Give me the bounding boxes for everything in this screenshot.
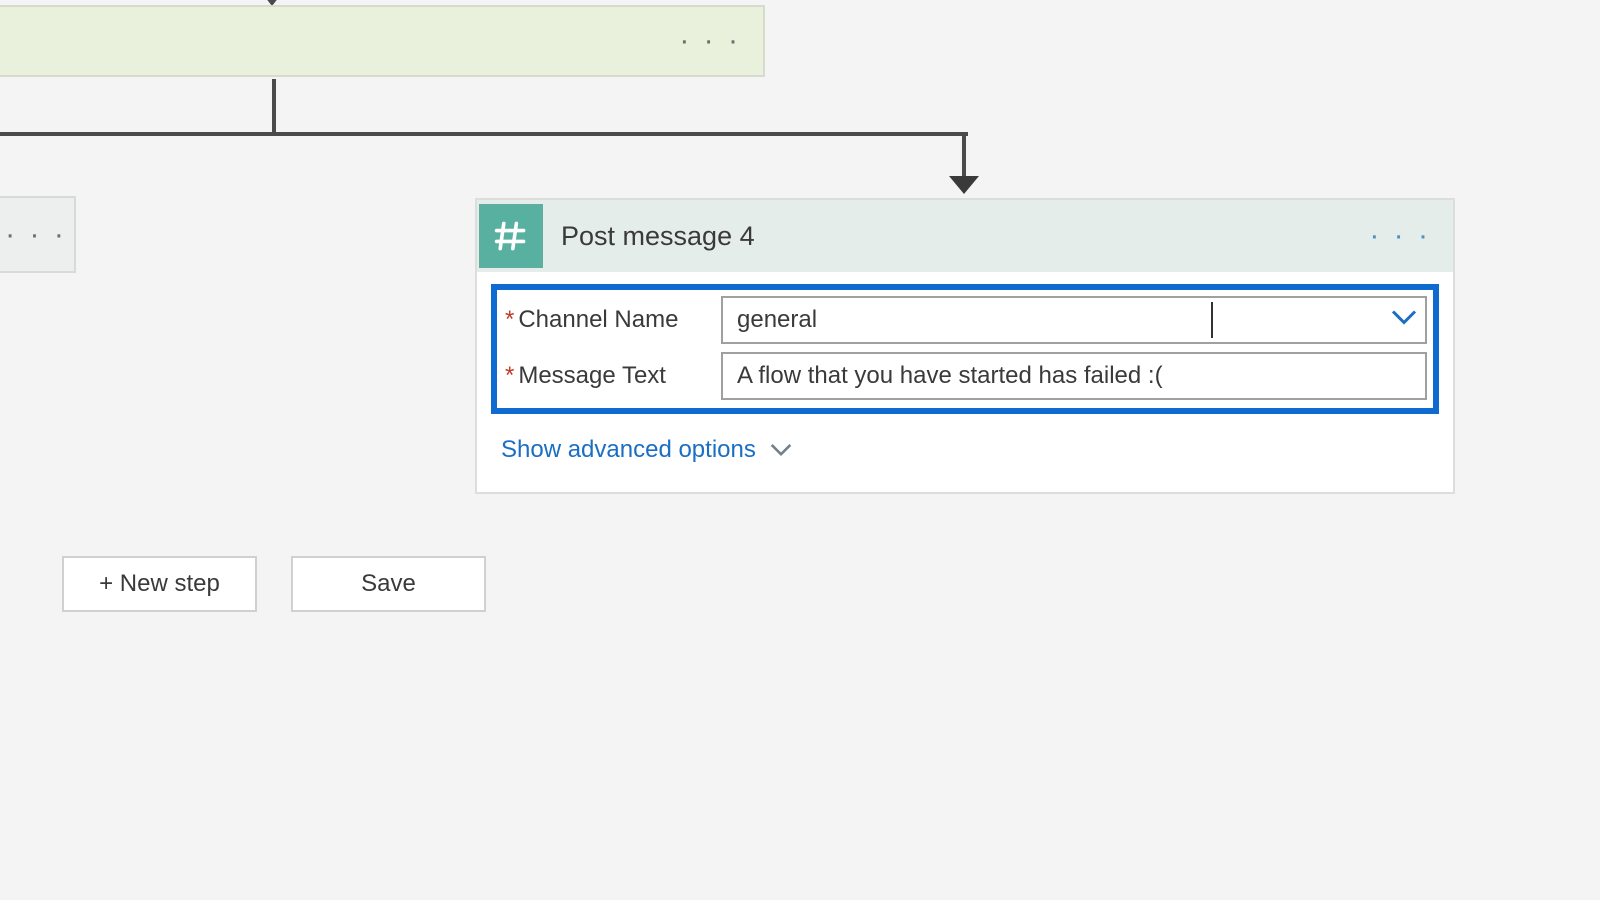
arrow-down-icon [949,176,979,194]
field-label: *Message Text [503,362,713,390]
chevron-down-icon [770,443,792,457]
more-icon[interactable]: · · · [1369,219,1431,253]
action-card-body: *Channel Name *Message Text [477,272,1453,492]
action-card-title: Post message 4 [561,221,755,252]
field-label-text: Message Text [518,362,666,389]
show-advanced-label: Show advanced options [501,436,756,464]
field-label-text: Channel Name [518,306,678,333]
show-advanced-options[interactable]: Show advanced options [491,414,1439,486]
more-icon[interactable]: · · · [679,24,741,58]
field-label: *Channel Name [503,306,713,334]
required-asterisk: * [505,362,514,389]
action-card-header[interactable]: Post message 4 · · · [477,200,1453,272]
channel-input-wrap [721,296,1427,344]
message-input-wrap [721,352,1427,400]
action-card-post-message: Post message 4 · · · *Channel Name [475,198,1455,494]
slack-hash-icon [479,204,543,268]
new-step-button[interactable]: + New step [62,556,257,612]
previous-step-card[interactable]: · · · [0,5,765,77]
connector-line [272,79,276,135]
save-button[interactable]: Save [291,556,486,612]
field-row-channel: *Channel Name [503,296,1427,344]
more-icon[interactable]: · · · [5,218,67,252]
channel-name-input[interactable] [721,296,1427,344]
connector-line [0,132,968,136]
sibling-step-card[interactable]: · · · [0,196,76,273]
message-text-input[interactable] [721,352,1427,400]
required-asterisk: * [505,306,514,333]
field-row-message: *Message Text [503,352,1427,400]
highlight-box: *Channel Name *Message Text [491,284,1439,414]
